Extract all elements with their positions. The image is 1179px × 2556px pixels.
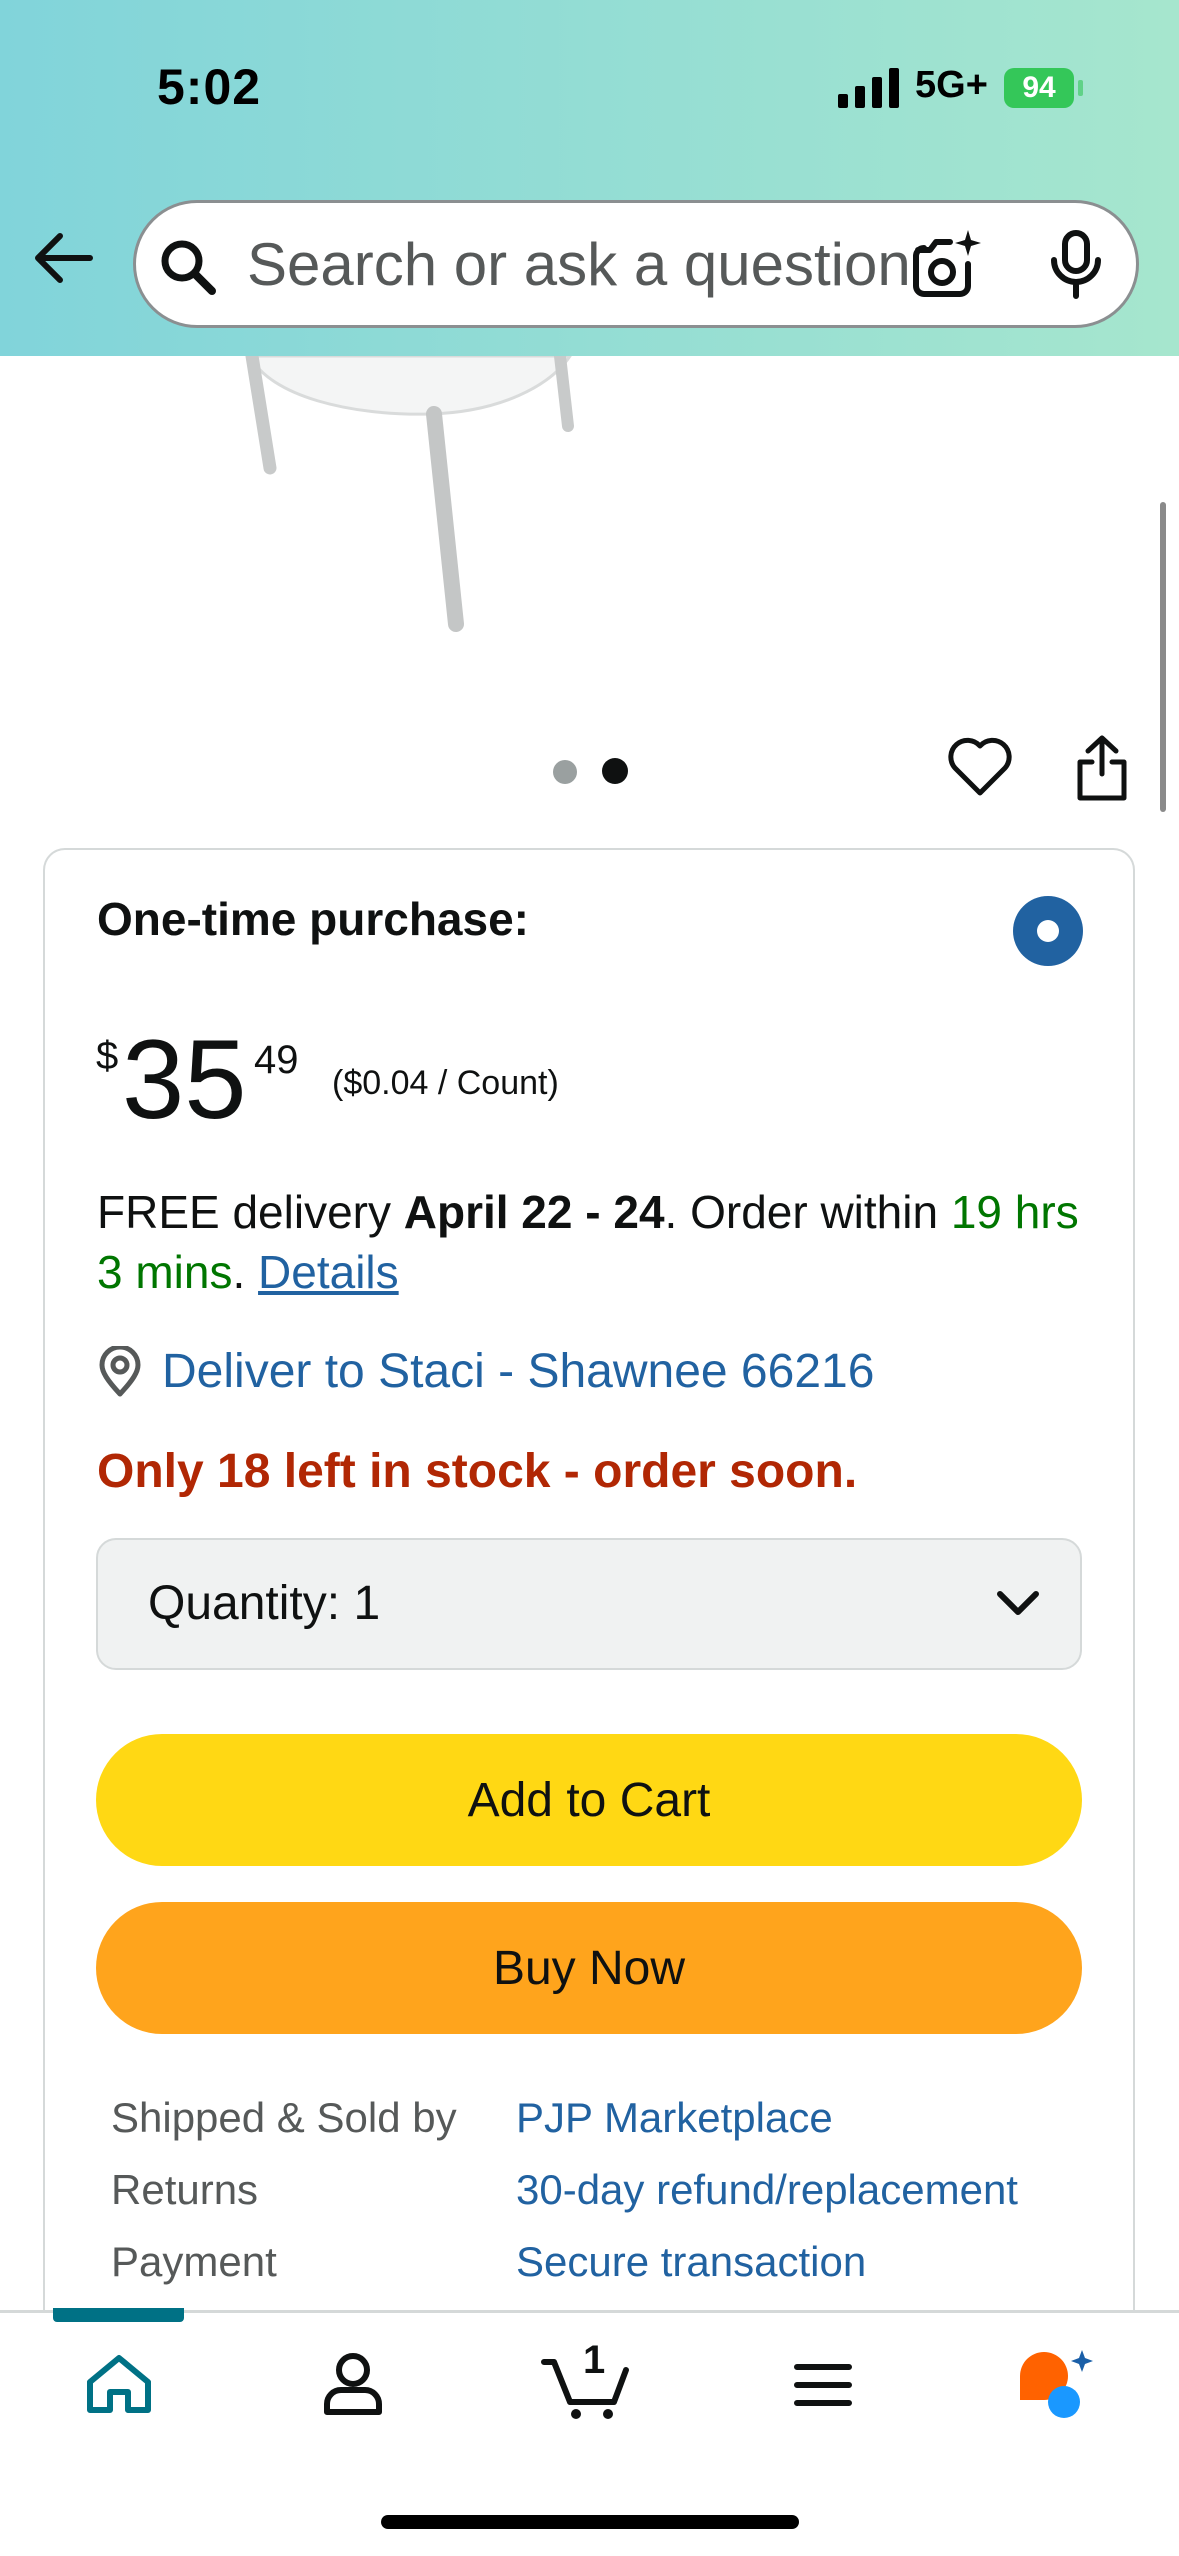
shipped-sold-label: Shipped & Sold by: [111, 2094, 457, 2141]
delivery-dates: April 22 - 24: [403, 1186, 665, 1238]
product-image[interactable]: [230, 356, 610, 646]
nav-active-indicator: [53, 2308, 184, 2322]
chevron-down-icon: [997, 1591, 1039, 1615]
rufus-assistant-icon[interactable]: [1016, 2348, 1096, 2420]
microphone-icon[interactable]: [1048, 230, 1104, 300]
location-pin-icon: [99, 1346, 141, 1397]
signal-icon: [838, 68, 899, 108]
delivery-mid: . Order within: [664, 1186, 951, 1238]
price-whole: 35: [122, 1017, 247, 1142]
battery-level: 94: [1022, 71, 1056, 104]
stock-message: Only 18 left in stock - order soon.: [97, 1445, 858, 1498]
delivery-message: FREE delivery April 22 - 24. Order withi…: [97, 1182, 1087, 1302]
cart-count-badge: 1: [583, 2338, 606, 2382]
back-arrow-icon[interactable]: [32, 232, 94, 284]
quantity-text: Quantity: 1: [148, 1576, 380, 1631]
delivery-prefix: FREE delivery: [97, 1186, 404, 1238]
home-indicator: [381, 2515, 799, 2529]
radio-selected-dot: [1037, 920, 1059, 942]
payment-link[interactable]: Secure transaction: [516, 2238, 866, 2286]
details-link[interactable]: Details: [258, 1246, 399, 1298]
returns-label: Returns: [111, 2166, 259, 2213]
account-icon[interactable]: [320, 2350, 386, 2416]
add-to-cart-button[interactable]: Add to Cart: [96, 1734, 1082, 1866]
status-time: 5:02: [157, 59, 262, 115]
share-icon[interactable]: [1072, 734, 1132, 802]
battery-indicator: 94: [1004, 68, 1074, 108]
price-currency: $: [96, 1034, 119, 1078]
payment-label: Payment: [111, 2238, 277, 2285]
menu-icon[interactable]: [794, 2362, 852, 2408]
camera-search-icon[interactable]: [910, 228, 984, 300]
purchase-option-label: One-time purchase:: [97, 893, 529, 945]
search-icon: [161, 240, 216, 295]
quantity-label: Quantity:: [148, 1577, 341, 1630]
search-input[interactable]: Search or ask a question: [247, 230, 927, 299]
carousel-dot[interactable]: [553, 760, 577, 784]
buy-now-button[interactable]: Buy Now: [96, 1902, 1082, 2034]
delivery-sep: .: [232, 1246, 259, 1298]
quantity-value: 1: [353, 1577, 381, 1630]
network-label: 5G+: [915, 64, 988, 106]
battery-cap: [1078, 80, 1083, 96]
deliver-to-link[interactable]: Deliver to Staci - Shawnee 66216: [162, 1344, 874, 1399]
returns-link[interactable]: 30-day refund/replacement: [516, 2166, 1018, 2214]
heart-icon[interactable]: [946, 736, 1014, 798]
seller-link[interactable]: PJP Marketplace: [516, 2094, 833, 2142]
home-icon[interactable]: [84, 2352, 154, 2416]
scrollbar[interactable]: [1160, 502, 1166, 812]
price-fraction: 49: [254, 1038, 299, 1082]
carousel-dot-active[interactable]: [602, 758, 628, 784]
unit-price: ($0.04 / Count): [332, 1064, 559, 1102]
